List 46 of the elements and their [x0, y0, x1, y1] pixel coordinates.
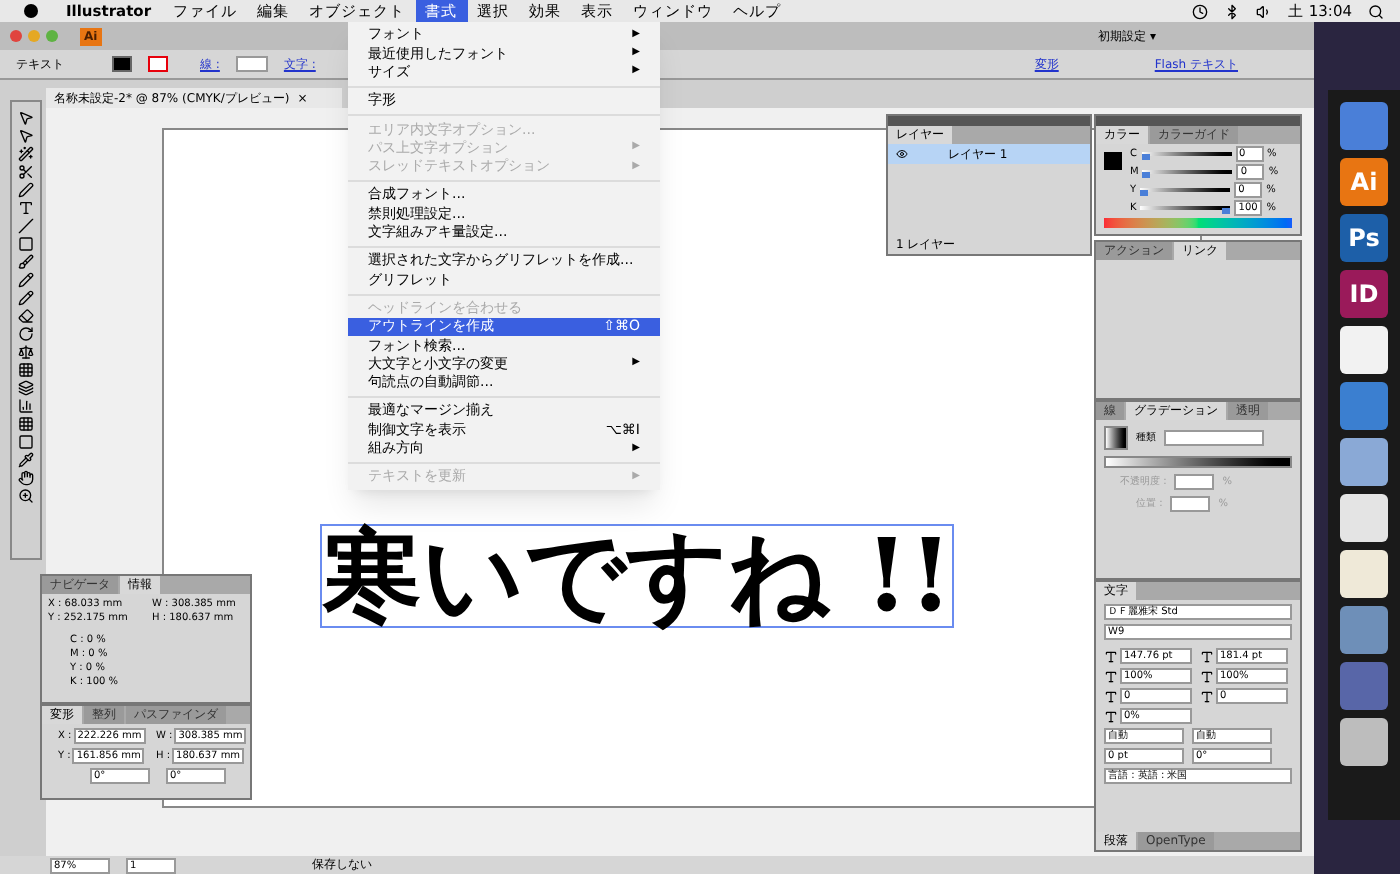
tool-icon[interactable]: [18, 416, 34, 432]
input-field[interactable]: [235, 56, 268, 72]
input-field[interactable]: [1164, 430, 1264, 446]
type-icon: [1104, 709, 1118, 723]
tool-icon[interactable]: [18, 272, 34, 288]
visibility-icon[interactable]: [896, 148, 908, 160]
canvas-text: 寒いですね !!: [320, 524, 955, 628]
search-icon[interactable]: [1368, 3, 1384, 19]
fill-swatch[interactable]: [112, 56, 132, 72]
fill-swatch[interactable]: [1104, 152, 1122, 170]
type-icon: [1104, 689, 1118, 703]
tool-icon[interactable]: [18, 488, 34, 504]
input-field[interactable]: [1174, 474, 1215, 490]
color-spectrum[interactable]: [1104, 218, 1292, 228]
input-field[interactable]: [1170, 496, 1211, 512]
dock-icon[interactable]: Ps: [1340, 214, 1388, 262]
type-icon: [1200, 649, 1214, 663]
volume-icon[interactable]: [1256, 3, 1272, 19]
clock-icon[interactable]: [1192, 3, 1208, 19]
tool-icon[interactable]: [18, 200, 34, 216]
gradient-swatch[interactable]: [1104, 426, 1128, 450]
tool-icon[interactable]: [18, 434, 34, 450]
slider-thumb[interactable]: [1140, 190, 1149, 196]
type-icon: [1104, 669, 1118, 683]
stroke-swatch[interactable]: [148, 56, 168, 72]
tool-icon[interactable]: [18, 326, 34, 342]
tool-icon[interactable]: [18, 290, 34, 306]
type-icon: [1200, 669, 1214, 683]
tool-icon[interactable]: [18, 182, 34, 198]
type-icon: [1104, 649, 1118, 663]
bluetooth-icon[interactable]: [1224, 3, 1240, 19]
slider-thumb[interactable]: [1142, 172, 1151, 178]
tool-icon[interactable]: [18, 362, 34, 378]
tool-icon[interactable]: [18, 308, 34, 324]
tool-icon[interactable]: [18, 254, 34, 270]
tool-icon[interactable]: [18, 344, 34, 360]
tool-icon[interactable]: [18, 164, 34, 180]
slider-thumb[interactable]: [1141, 154, 1149, 160]
slider-thumb[interactable]: [1222, 208, 1231, 214]
tool-icon[interactable]: [18, 470, 34, 486]
dock-icon[interactable]: ID: [1340, 270, 1388, 318]
tool-icon[interactable]: [18, 398, 34, 414]
type-icon: [1200, 689, 1214, 703]
tool-icon[interactable]: [18, 452, 34, 468]
tool-icon[interactable]: [18, 146, 34, 162]
tool-icon[interactable]: [18, 380, 34, 396]
